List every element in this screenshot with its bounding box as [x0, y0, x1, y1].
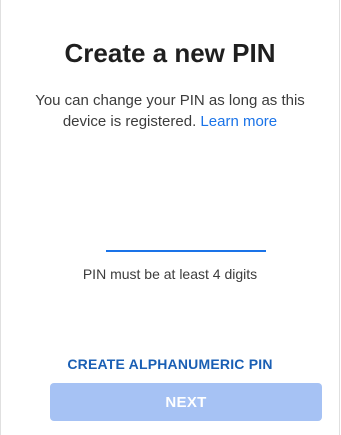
page-title: Create a new PIN [64, 38, 276, 68]
next-button[interactable]: NEXT [50, 383, 322, 421]
pin-input[interactable] [106, 232, 266, 252]
pin-hint: PIN must be at least 4 digits [82, 266, 258, 282]
learn-more-link[interactable]: Learn more [200, 113, 277, 130]
create-pin-screen: Create a new PIN You can change your PIN… [0, 0, 340, 435]
create-alphanumeric-pin-link[interactable]: CREATE ALPHANUMERIC PIN [1, 356, 339, 372]
pin-description: You can change your PIN as long as this … [23, 90, 317, 132]
